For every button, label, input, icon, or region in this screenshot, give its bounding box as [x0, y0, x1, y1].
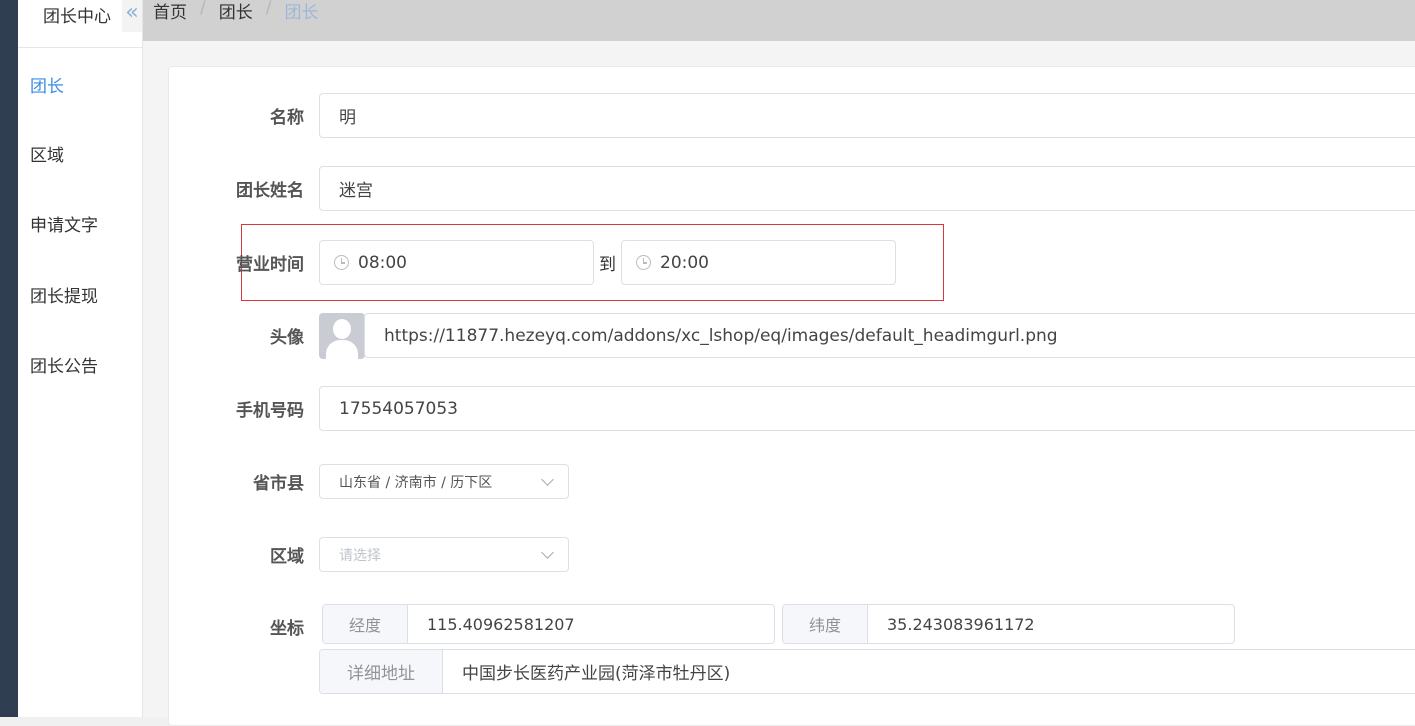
area-select[interactable]: 请选择: [319, 537, 569, 572]
top-bar: 首页 / 团长 / 团长: [143, 0, 1415, 41]
address-label: 详细地址: [320, 650, 443, 693]
chevron-down-icon: [541, 546, 554, 559]
sidebar-item-notice[interactable]: 团长公告: [30, 352, 98, 377]
main-content: 名称 明 团长姓名 迷宫 营业时间 08:00 到 20:00 头像 https…: [143, 41, 1415, 726]
breadcrumb-leader[interactable]: 团长: [219, 0, 253, 23]
area-label: 区域: [270, 547, 304, 567]
region-select-value: 山东省 / 济南市 / 历下区: [339, 474, 493, 491]
breadcrumb-separator: /: [265, 0, 272, 18]
region-select[interactable]: 山东省 / 济南市 / 历下区: [319, 464, 569, 499]
longitude-value: 115.40962581207: [427, 614, 575, 634]
coords-label: 坐标: [270, 619, 304, 639]
sidebar-item-withdraw[interactable]: 团长提现: [30, 282, 98, 307]
app-rail: [0, 0, 18, 717]
breadcrumb-separator: /: [200, 0, 206, 18]
sidebar-header: 团长中心 «: [18, 0, 142, 48]
sidebar-title: 团长中心: [43, 7, 111, 27]
sidebar-item-apply-text[interactable]: 申请文字: [30, 211, 98, 236]
phone-value: 17554057053: [339, 398, 458, 419]
name-label: 名称: [270, 108, 304, 128]
latitude-label: 纬度: [783, 605, 868, 643]
sidebar-item-area[interactable]: 区域: [30, 141, 64, 166]
latitude-value: 35.243083961172: [887, 614, 1035, 634]
breadcrumb: 首页 / 团长 / 团长: [153, 0, 318, 23]
avatar-url-input[interactable]: https://11877.hezeyq.com/addons/xc_lshop…: [364, 313, 1415, 358]
avatar-label: 头像: [270, 328, 304, 348]
longitude-label: 经度: [323, 605, 408, 643]
start-time-input[interactable]: 08:00: [319, 240, 594, 285]
phone-label: 手机号码: [236, 401, 304, 421]
phone-input[interactable]: 17554057053: [319, 386, 1415, 431]
end-time-value: 20:00: [660, 252, 709, 273]
sidebar-item-leader[interactable]: 团长: [30, 72, 64, 97]
avatar-head: [333, 319, 351, 339]
end-time-input[interactable]: 20:00: [621, 240, 896, 285]
breadcrumb-current: 团长: [284, 3, 319, 23]
leader-name-input[interactable]: 迷宫: [319, 166, 1415, 211]
collapse-sidebar-icon[interactable]: «: [122, 0, 142, 32]
avatar-body: [326, 340, 358, 359]
avatar-url-value: https://11877.hezeyq.com/addons/xc_lshop…: [384, 325, 1058, 346]
name-input[interactable]: 明: [319, 93, 1415, 138]
longitude-input[interactable]: 经度 115.40962581207: [322, 604, 775, 644]
leader-name-value: 迷宫: [339, 181, 373, 201]
form-card: 名称 明 团长姓名 迷宫 营业时间 08:00 到 20:00 头像 https…: [168, 66, 1415, 726]
start-time-value: 08:00: [358, 252, 407, 273]
area-select-placeholder: 请选择: [339, 547, 381, 564]
address-input[interactable]: 详细地址 中国步长医药产业园(菏泽市牡丹区): [319, 649, 1415, 694]
clock-icon: [636, 255, 651, 270]
address-value: 中国步长医药产业园(菏泽市牡丹区): [462, 664, 731, 684]
sidebar: 团长中心 « 团长 区域 申请文字 团长提现 团长公告: [18, 0, 143, 717]
chevron-down-icon: [541, 473, 554, 486]
name-value: 明: [339, 108, 356, 128]
leader-name-label: 团长姓名: [236, 181, 304, 201]
region-label: 省市县: [253, 474, 304, 494]
latitude-input[interactable]: 纬度 35.243083961172: [782, 604, 1235, 644]
avatar[interactable]: [319, 313, 365, 359]
clock-icon: [334, 255, 349, 270]
business-hours-label: 营业时间: [236, 255, 304, 275]
time-range-separator: 到: [599, 255, 616, 275]
breadcrumb-home[interactable]: 首页: [153, 0, 187, 23]
